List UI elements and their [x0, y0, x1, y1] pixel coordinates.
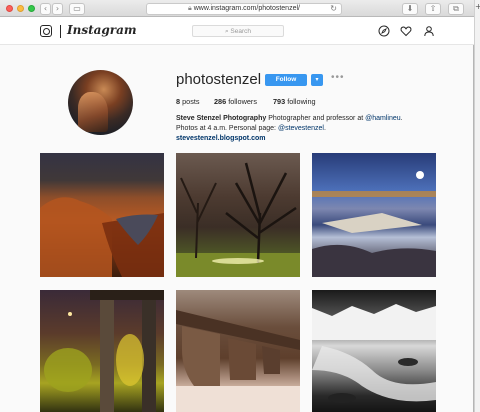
bio-text-3: .	[324, 125, 326, 132]
post-thumbnail[interactable]	[312, 153, 436, 277]
follow-button[interactable]: Follow	[265, 74, 307, 86]
following-count: 793	[273, 97, 286, 106]
followers-count: 286	[214, 97, 227, 106]
profile-avatar[interactable]	[68, 70, 133, 135]
followers-stat[interactable]: 286 followers	[214, 97, 257, 106]
search-input[interactable]: ⌕ Search	[192, 25, 284, 37]
post-thumbnail[interactable]	[40, 290, 164, 412]
post-thumbnail[interactable]	[312, 290, 436, 412]
followers-label: followers	[228, 97, 258, 106]
chevron-left-icon[interactable]: ‹	[40, 3, 51, 15]
tabs-icon[interactable]: ⧉	[448, 3, 464, 15]
bio-text-1: Photographer and professor at	[268, 115, 364, 122]
post-thumbnail[interactable]	[176, 290, 300, 412]
following-stat[interactable]: 793 following	[273, 97, 316, 106]
camera-icon[interactable]	[40, 25, 52, 37]
address-bar[interactable]: 🔒︎ www.instagram.com/photostenzel/ ↻	[146, 3, 342, 15]
instagram-wordmark[interactable]: Instagram	[67, 23, 137, 37]
lock-icon: 🔒︎	[188, 5, 192, 12]
zoom-window-button[interactable]	[28, 5, 35, 12]
bio-mention-stevestenzel[interactable]: @stevestenzel	[278, 125, 324, 132]
profile-username: photostenzel	[176, 71, 262, 88]
following-label: following	[287, 97, 316, 106]
posts-label: posts	[182, 97, 200, 106]
search-icon: ⌕	[224, 27, 229, 35]
heart-icon[interactable]	[400, 25, 412, 37]
url-text: www.instagram.com/photostenzel/	[193, 5, 300, 12]
posts-stat: 8 posts	[176, 97, 200, 106]
chevron-right-icon[interactable]: ›	[52, 3, 63, 15]
share-icon[interactable]: ⇧	[425, 3, 441, 15]
profile-bio: Steve Stenzel Photography Photographer a…	[176, 114, 416, 144]
chevron-down-icon: ▾	[315, 76, 319, 83]
sidebar-icon[interactable]: ▭	[69, 3, 85, 15]
browser-toolbar: ‹ › ▭ 🔒︎ www.instagram.com/photostenzel/ …	[0, 0, 474, 17]
person-icon[interactable]	[423, 25, 435, 37]
minimize-window-button[interactable]	[17, 5, 24, 12]
reload-icon[interactable]: ↻	[330, 4, 337, 14]
plus-icon[interactable]: +	[475, 2, 480, 11]
post-thumbnail[interactable]	[40, 153, 164, 277]
bio-mention-hamlineu[interactable]: @hamlineu	[365, 115, 401, 122]
browser-window: ‹ › ▭ 🔒︎ www.instagram.com/photostenzel/ …	[0, 0, 474, 412]
posts-count: 8	[176, 97, 181, 106]
window-scrollbar[interactable]: +	[474, 0, 480, 412]
bio-name: Steve Stenzel Photography	[176, 115, 267, 122]
post-thumbnail[interactable]	[176, 153, 300, 277]
close-window-button[interactable]	[6, 5, 13, 12]
search-placeholder: Search	[230, 28, 252, 35]
bio-website-link[interactable]: stevestenzel.blogspot.com	[176, 135, 265, 142]
header-divider	[60, 25, 61, 38]
more-options-button[interactable]: •••	[331, 72, 345, 83]
instagram-header: Instagram ⌕ Search	[0, 17, 474, 45]
suggestions-dropdown-button[interactable]: ▾	[311, 74, 323, 86]
download-icon[interactable]: ⬇	[402, 3, 418, 15]
compass-icon[interactable]	[378, 25, 390, 37]
